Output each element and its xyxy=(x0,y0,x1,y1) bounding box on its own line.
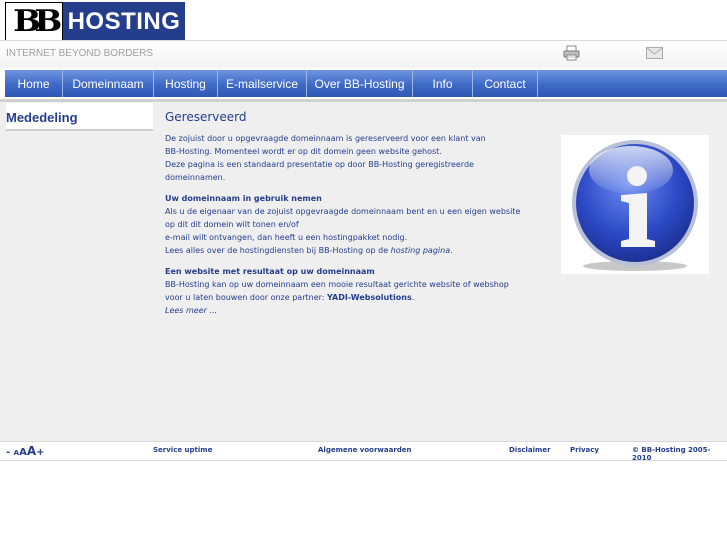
section-heading-use-domain: Uw domeinnaam in gebruik nemen xyxy=(165,194,322,203)
privacy-link[interactable]: Privacy xyxy=(570,446,599,454)
copyright: © BB-Hosting 2005-2010 xyxy=(632,446,711,462)
nav-home[interactable]: Home xyxy=(5,70,63,97)
section1-line: op dit dit domein wilt tonen en/of xyxy=(165,220,299,229)
site-footer: - AAA+ Service uptime Algemene voorwaard… xyxy=(0,441,727,462)
font-size-large[interactable]: A xyxy=(27,444,36,458)
tagline-bar: INTERNET BEYOND BORDERS xyxy=(0,40,727,68)
nav-info[interactable]: Info xyxy=(413,70,473,97)
intro-line: Deze pagina is een standaard presentatie… xyxy=(165,160,474,169)
intro-line: BB-Hosting. Momenteel wordt er op dit do… xyxy=(165,147,442,156)
sidebar-header: Mededeling xyxy=(6,103,153,131)
nav-hosting[interactable]: Hosting xyxy=(154,70,218,97)
tagline: INTERNET BEYOND BORDERS xyxy=(6,48,154,59)
partner-link[interactable]: YADI-Websolutions xyxy=(327,293,412,302)
section2-text: voor u laten bouwen door onze partner: xyxy=(165,293,327,302)
envelope-icon[interactable] xyxy=(646,47,663,59)
hosting-page-link[interactable]: hosting pagina xyxy=(391,246,450,255)
section1-text: Lees alles over de hostingdiensten bij B… xyxy=(165,246,391,255)
font-size-decrease[interactable]: - xyxy=(6,447,10,458)
font-size-controls: - AAA+ xyxy=(6,444,45,458)
logo-mark-text: BB xyxy=(12,4,62,39)
font-size-medium[interactable]: A xyxy=(19,447,27,458)
service-uptime-link[interactable]: Service uptime xyxy=(153,446,212,454)
intro-line: domeinnamen. xyxy=(165,173,226,182)
info-icon xyxy=(561,135,709,274)
section1-line: Als u de eigenaar van de zojuist opgevra… xyxy=(165,207,521,216)
nav-domeinnaam[interactable]: Domeinnaam xyxy=(63,70,154,97)
font-size-increase[interactable]: + xyxy=(36,447,44,458)
disclaimer-link[interactable]: Disclaimer xyxy=(509,446,551,454)
section2-punct: . xyxy=(411,293,415,302)
section-heading-website: Een website met resultaat op uw domeinna… xyxy=(165,267,375,276)
site-logo[interactable]: BB HOSTING xyxy=(5,2,185,41)
section1-line: e-mail wilt ontvangen, dan heeft u een h… xyxy=(165,233,408,242)
content-area: Mededeling Gereserveerd De zojuist door … xyxy=(0,99,727,441)
site-header: BB HOSTING INTERNET BEYOND BORDERS xyxy=(0,0,727,68)
section1-punct: . xyxy=(450,246,453,255)
page-title: Gereserveerd xyxy=(165,110,247,124)
terms-link[interactable]: Algemene voorwaarden xyxy=(318,446,412,454)
sidebar-title: Mededeling xyxy=(6,110,78,125)
read-more-link[interactable]: Lees meer ... xyxy=(165,304,545,317)
nav-contact[interactable]: Contact xyxy=(473,70,538,97)
logo-mark: BB xyxy=(5,2,63,41)
main-content: Gereserveerd De zojuist door u opgevraag… xyxy=(165,110,545,317)
section1-line: Lees alles over de hostingdiensten bij B… xyxy=(165,244,545,257)
printer-icon[interactable] xyxy=(563,45,580,61)
logo-text: HOSTING xyxy=(63,2,185,41)
nav-over-bb-hosting[interactable]: Over BB-Hosting xyxy=(307,70,413,97)
intro-line: De zojuist door u opgevraagde domeinnaam… xyxy=(165,134,486,143)
main-navigation: Home Domeinnaam Hosting E-mailservice Ov… xyxy=(5,70,727,97)
section2-line: voor u laten bouwen door onze partner: Y… xyxy=(165,291,545,304)
section2-line: BB-Hosting kan op uw domeinnaam een mooi… xyxy=(165,280,509,289)
nav-emailservice[interactable]: E-mailservice xyxy=(218,70,307,97)
